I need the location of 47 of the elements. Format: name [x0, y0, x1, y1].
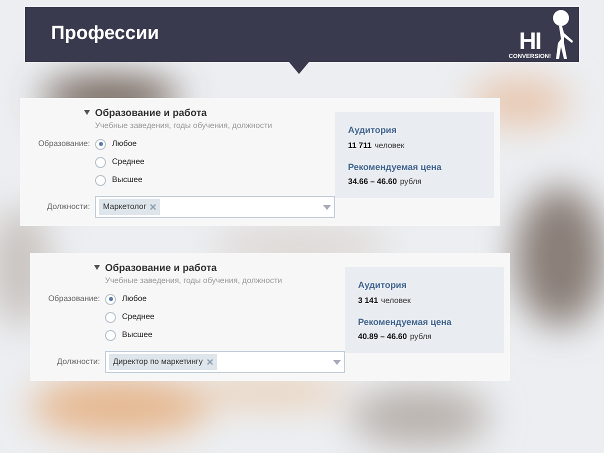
- radio-button[interactable]: [105, 330, 116, 340]
- remove-icon[interactable]: [206, 359, 213, 365]
- radio-button[interactable]: [95, 174, 106, 186]
- price-label: Рекомендуемая цена: [358, 316, 453, 329]
- slide-title: Профессии: [51, 22, 160, 46]
- tag-label: Директор по маркетингу: [113, 356, 203, 368]
- radio-option[interactable]: Любое: [95, 135, 335, 153]
- radio-button[interactable]: [95, 156, 106, 168]
- collapse-arrow-icon[interactable]: [84, 110, 90, 115]
- audience-unit: человек: [381, 294, 411, 306]
- price-range: 40.89 – 46.60: [358, 331, 407, 343]
- collapse-arrow-icon[interactable]: [94, 265, 100, 270]
- radio-option[interactable]: Любое: [105, 290, 345, 308]
- section-subtitle: Учебные заведения, годы обучения, должности: [105, 275, 284, 287]
- price-range: 34.66 – 46.60: [348, 176, 397, 188]
- dropdown-arrow-icon[interactable]: [323, 204, 331, 210]
- positions-field[interactable]: Маркетолог: [95, 196, 335, 218]
- logo-mark: HI: [519, 30, 541, 52]
- section-title[interactable]: Образование и работа: [105, 262, 345, 275]
- radio-option[interactable]: Высшее: [105, 326, 345, 344]
- tag-chip[interactable]: Маркетолог: [99, 199, 160, 215]
- audience-label: Аудитория: [348, 124, 398, 137]
- field-label: Образование:: [37, 138, 90, 150]
- dropdown-arrow-icon[interactable]: [333, 360, 341, 364]
- radio-option[interactable]: Среднее: [105, 308, 345, 326]
- radio-button[interactable]: [105, 294, 116, 304]
- remove-icon[interactable]: [150, 204, 156, 210]
- tag-chip[interactable]: Директор по маркетингу: [109, 354, 217, 370]
- section-title[interactable]: Образование и работа: [95, 107, 335, 120]
- radio-option[interactable]: Высшее: [95, 171, 335, 189]
- radio-button[interactable]: [95, 138, 106, 150]
- audience-count: 11 711: [348, 140, 372, 152]
- price-unit: рубля: [400, 176, 422, 188]
- tag-label: Маркетолог: [103, 201, 146, 213]
- field-label: Должности:: [46, 201, 90, 213]
- field-label: Образование:: [47, 293, 100, 305]
- positions-field[interactable]: Директор по маркетингу: [105, 351, 345, 373]
- section-subtitle: Учебные заведения, годы обучения, должности: [95, 120, 274, 132]
- figure-with-balloon-icon: [552, 8, 574, 60]
- radio-option[interactable]: Среднее: [95, 153, 335, 171]
- price-label: Рекомендуемая цена: [348, 160, 443, 174]
- price-unit: рубля: [410, 331, 432, 343]
- field-label: Должности:: [56, 356, 100, 368]
- audience-unit: человек: [374, 140, 404, 152]
- radio-button[interactable]: [105, 312, 116, 322]
- audience-label: Аудитория: [358, 279, 408, 292]
- audience-count: 3 141: [358, 294, 378, 306]
